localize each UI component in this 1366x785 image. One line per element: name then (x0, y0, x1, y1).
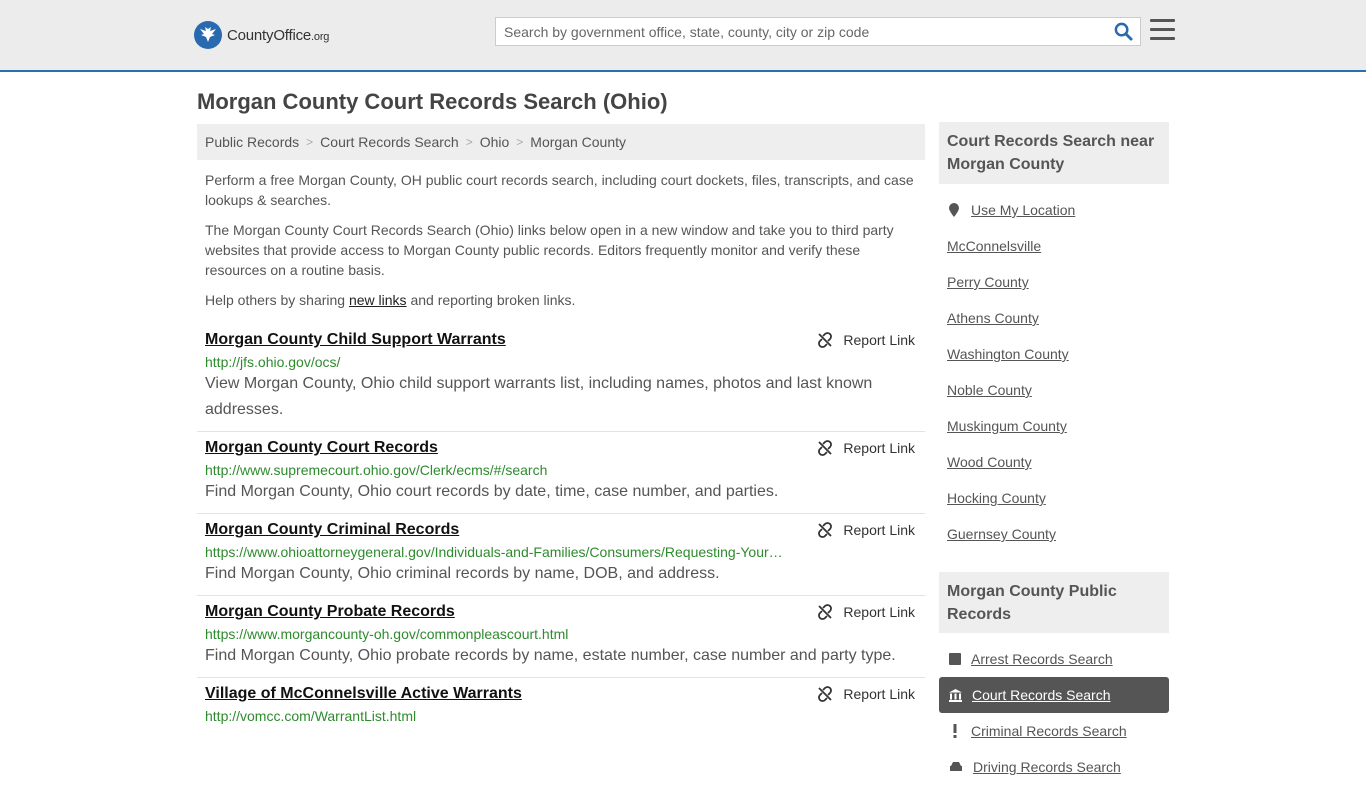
record-description: Find Morgan County, Ohio criminal record… (205, 565, 720, 582)
broken-link-icon (818, 604, 833, 620)
nearby-link-noble-county[interactable]: Noble County (947, 372, 1169, 408)
public-records-list: Arrest Records Search Court Records Sear… (939, 641, 1169, 785)
intro-paragraph-2: The Morgan County Court Records Search (… (205, 222, 894, 278)
page-title: Morgan County Court Records Search (Ohio… (197, 89, 668, 114)
report-link-button[interactable]: Report Link (817, 332, 915, 348)
report-link-button[interactable]: Report Link (817, 604, 915, 620)
list-item: Morgan County Probate Records Report Lin… (197, 596, 925, 678)
public-record-item-driving[interactable]: Driving Records Search (939, 749, 1169, 785)
chevron-right-icon: > (516, 135, 524, 149)
chevron-right-icon: > (465, 135, 473, 149)
records-link-list: Morgan County Child Support Warrants Rep… (197, 324, 925, 732)
hamburger-menu-icon[interactable] (1150, 19, 1175, 41)
nearby-link-muskingum-county[interactable]: Muskingum County (947, 408, 1169, 444)
search-input[interactable] (496, 18, 1106, 45)
logo-text: CountyOffice.org (227, 26, 330, 44)
search-icon[interactable] (1106, 18, 1140, 45)
broken-link-icon (818, 686, 833, 702)
record-link-title[interactable]: Morgan County Probate Records (205, 603, 455, 621)
breadcrumb-public-records[interactable]: Public Records (205, 134, 299, 150)
broken-link-icon (818, 522, 833, 538)
record-url: http://www.supremecourt.ohio.gov/Clerk/e… (205, 462, 548, 478)
exclamation-icon (953, 724, 957, 738)
list-item: Morgan County Criminal Records Report Li… (197, 514, 925, 596)
broken-link-icon (818, 332, 833, 348)
nearby-link-perry-county[interactable]: Perry County (947, 264, 1169, 300)
record-link-title[interactable]: Morgan County Child Support Warrants (205, 331, 506, 349)
record-link-title[interactable]: Village of McConnelsville Active Warrant… (205, 685, 522, 703)
record-description: Find Morgan County, Ohio probate records… (205, 647, 896, 664)
report-link-button[interactable]: Report Link (817, 440, 915, 456)
car-icon (950, 762, 962, 771)
report-link-button[interactable]: Report Link (817, 522, 915, 538)
nearby-link-wood-county[interactable]: Wood County (947, 444, 1169, 480)
record-url: http://vomcc.com/WarrantList.html (205, 708, 417, 724)
list-item: Village of McConnelsville Active Warrant… (197, 678, 925, 732)
nearby-link-hocking-county[interactable]: Hocking County (947, 480, 1169, 516)
report-link-button[interactable]: Report Link (817, 686, 915, 702)
record-url: https://www.ohioattorneygeneral.gov/Indi… (205, 544, 783, 560)
record-link-title[interactable]: Morgan County Court Records (205, 439, 438, 457)
site-logo[interactable]: CountyOffice.org (194, 20, 329, 50)
record-url: https://www.morgancounty-oh.gov/commonpl… (205, 626, 569, 642)
breadcrumb-ohio[interactable]: Ohio (480, 134, 510, 150)
list-item: Morgan County Child Support Warrants Rep… (197, 324, 925, 432)
nearby-list: Use My Location McConnelsville Perry Cou… (947, 192, 1169, 552)
site-header: CountyOffice.org (0, 0, 1366, 72)
search-bar (495, 17, 1141, 46)
public-record-item-arrest[interactable]: Arrest Records Search (939, 641, 1169, 677)
intro-paragraph-1: Perform a free Morgan County, OH public … (205, 172, 914, 208)
nearby-heading: Court Records Search near Morgan County (939, 122, 1169, 184)
breadcrumb-court-records-search[interactable]: Court Records Search (320, 134, 459, 150)
square-icon (949, 653, 961, 665)
nearby-link-guernsey-county[interactable]: Guernsey County (947, 516, 1169, 552)
record-description: Find Morgan County, Ohio court records b… (205, 483, 779, 500)
record-url: http://jfs.ohio.gov/ocs/ (205, 354, 341, 370)
eagle-logo-icon (194, 21, 222, 49)
breadcrumb-morgan-county[interactable]: Morgan County (530, 134, 626, 150)
public-record-item-criminal[interactable]: Criminal Records Search (939, 713, 1169, 749)
public-record-item-court[interactable]: Court Records Search (939, 677, 1169, 713)
record-description: View Morgan County, Ohio child support w… (205, 375, 873, 418)
nearby-link-athens-county[interactable]: Athens County (947, 300, 1169, 336)
chevron-right-icon: > (306, 135, 314, 149)
use-location-row: Use My Location (947, 192, 1169, 228)
broken-link-icon (818, 440, 833, 456)
intro-paragraph-3: Help others by sharing new links and rep… (205, 292, 576, 308)
map-pin-icon (949, 203, 959, 217)
new-links-link[interactable]: new links (349, 292, 407, 308)
use-my-location-link[interactable]: Use My Location (971, 202, 1075, 218)
nearby-link-mcconnelsville[interactable]: McConnelsville (947, 228, 1169, 264)
nearby-link-washington-county[interactable]: Washington County (947, 336, 1169, 372)
public-records-heading: Morgan County Public Records (939, 572, 1169, 633)
intro-text: Perform a free Morgan County, OH public … (205, 170, 920, 320)
list-item: Morgan County Court Records Report Link … (197, 432, 925, 514)
courthouse-icon (949, 688, 962, 702)
breadcrumb: Public Records > Court Records Search > … (197, 124, 925, 160)
record-link-title[interactable]: Morgan County Criminal Records (205, 521, 459, 539)
